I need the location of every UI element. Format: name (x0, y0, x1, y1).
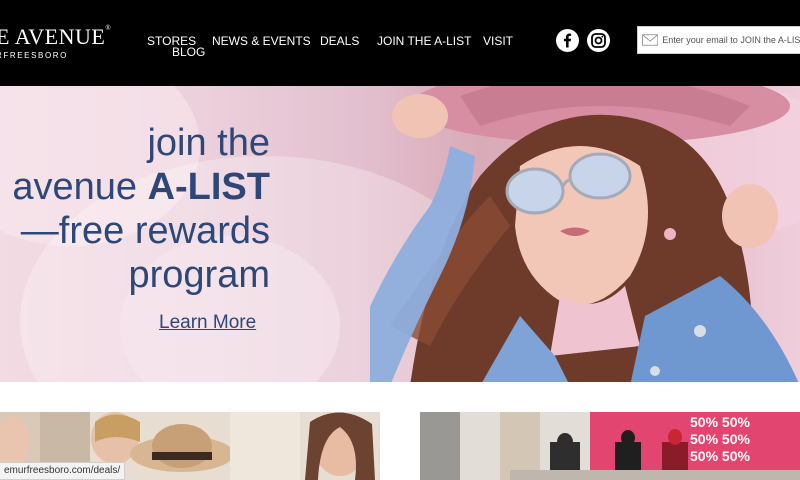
sale-text: 50% (721, 414, 750, 430)
deals-card-right[interactable]: 50% 50% 50% 50% 50% 50% (420, 412, 800, 480)
sale-text: 50% (690, 414, 719, 430)
logo-wordmark: E AVENUE (0, 24, 106, 49)
nav-visit[interactable]: VISIT (483, 34, 513, 48)
instagram-icon (591, 33, 606, 48)
email-signup-field[interactable] (637, 26, 800, 54)
registered-mark: ® (105, 24, 112, 32)
email-input[interactable] (662, 35, 800, 45)
hero-line-3: —free rewards (20, 210, 270, 252)
logo-location: RFREESBORO (0, 51, 69, 60)
site-logo[interactable]: E AVENUE® RFREESBORO (0, 24, 111, 60)
nav-blog[interactable]: BLOG (172, 45, 205, 59)
hero-line-4: program (128, 254, 271, 296)
nav-join-a-list[interactable]: JOIN THE A-LIST (377, 34, 471, 48)
hero-line-1: join the (147, 122, 270, 164)
learn-more-link[interactable]: Learn More (159, 312, 256, 334)
status-bar-url: emurfreesboro.com/deals/ (0, 462, 126, 480)
site-header: E AVENUE® RFREESBORO STORES BLOG NEWS & … (0, 0, 800, 86)
envelope-icon (642, 34, 659, 46)
hero-line-2: avenue A-LIST (12, 168, 270, 206)
hero-banner[interactable]: join the avenue A-LIST —free rewards pro… (0, 86, 800, 382)
hero-model-image (370, 86, 799, 382)
facebook-link[interactable] (556, 29, 579, 52)
nav-deals[interactable]: DEALS (320, 34, 359, 48)
sale-text: 50% (690, 431, 719, 447)
facebook-icon (563, 33, 572, 48)
sale-text: 50% (721, 448, 750, 464)
sale-text: 50% (690, 448, 719, 464)
instagram-link[interactable] (587, 29, 610, 52)
hero-a-list: A-LIST (147, 166, 270, 208)
sale-signage: 50% 50% 50% 50% 50% 50% (690, 414, 800, 465)
sale-text: 50% (721, 431, 750, 447)
nav-news-events[interactable]: NEWS & EVENTS (212, 34, 311, 48)
hero-line-2-prefix: avenue (12, 166, 148, 208)
